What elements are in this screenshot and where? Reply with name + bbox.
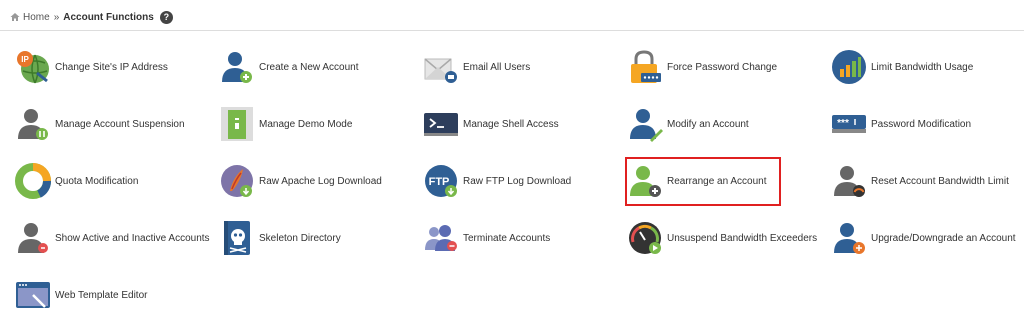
password-field-icon: ***	[832, 115, 866, 133]
item-label: Reset Account Bandwidth Limit	[871, 175, 1009, 187]
user-upgrade-icon	[834, 223, 865, 254]
svg-text:FTP: FTP	[429, 176, 450, 188]
demo-door-icon	[221, 107, 253, 141]
skull-book-icon	[224, 221, 250, 255]
ftp-download-icon: FTP	[425, 165, 457, 197]
item-label: Terminate Accounts	[463, 232, 551, 244]
item-label: Modify an Account	[667, 118, 749, 130]
user-add-icon	[222, 52, 252, 83]
item-label: Email All Users	[463, 61, 531, 73]
svg-text:***: ***	[837, 118, 849, 129]
web-template-icon	[16, 282, 50, 308]
item-label: Manage Account Suspension	[55, 118, 185, 130]
item-label: Upgrade/Downgrade an Account	[871, 232, 1016, 244]
item-label: Force Password Change	[667, 61, 778, 73]
terminal-icon	[424, 113, 458, 136]
item-limit-bandwidth-usage[interactable]: Limit Bandwidth Usage	[831, 47, 973, 87]
breadcrumb-separator: »	[53, 11, 60, 23]
item-raw-ftp-log[interactable]: FTP Raw FTP Log Download	[423, 161, 571, 201]
item-password-modification[interactable]: *** Password Modification	[831, 104, 971, 144]
item-label: Raw FTP Log Download	[463, 175, 572, 187]
item-label: Manage Shell Access	[463, 118, 559, 130]
item-show-active-inactive[interactable]: Show Active and Inactive Accounts	[15, 218, 210, 258]
svg-text:IP: IP	[21, 55, 29, 64]
item-manage-shell-access[interactable]: Manage Shell Access	[423, 104, 559, 144]
item-label: Raw Apache Log Download	[259, 175, 382, 187]
item-force-password-change[interactable]: Force Password Change	[627, 47, 777, 87]
item-quota-modification[interactable]: Quota Modification	[15, 161, 138, 201]
item-unsuspend-bandwidth-exceeders[interactable]: Unsuspend Bandwidth Exceeders	[627, 218, 817, 258]
user-edit-icon	[630, 109, 663, 142]
item-label: Limit Bandwidth Usage	[871, 61, 974, 73]
gauge-play-icon	[629, 222, 661, 254]
item-upgrade-downgrade-account[interactable]: Upgrade/Downgrade an Account	[831, 218, 1016, 258]
bar-chart-icon	[832, 50, 866, 84]
item-email-all-users[interactable]: Email All Users	[423, 47, 530, 87]
user-gauge-icon	[834, 166, 865, 197]
item-manage-demo-mode[interactable]: Manage Demo Mode	[219, 104, 352, 144]
help-icon[interactable]: ?	[159, 10, 173, 24]
page-title: Account Functions	[63, 11, 154, 23]
ip-globe-icon: IP	[17, 51, 49, 84]
item-label: Manage Demo Mode	[259, 118, 353, 130]
breadcrumb-home-link[interactable]: Home	[23, 12, 50, 23]
item-create-new-account[interactable]: Create a New Account	[219, 47, 359, 87]
item-skeleton-directory[interactable]: Skeleton Directory	[219, 218, 341, 258]
item-web-template-editor[interactable]: Web Template Editor	[15, 275, 147, 315]
item-modify-account[interactable]: Modify an Account	[627, 104, 749, 144]
users-remove-icon	[425, 225, 457, 251]
pie-quota-icon	[15, 163, 51, 199]
item-manage-account-suspension[interactable]: Manage Account Suspension	[15, 104, 185, 144]
header-divider	[0, 30, 1024, 31]
padlock-icon	[631, 50, 661, 83]
item-reset-bandwidth-limit[interactable]: Reset Account Bandwidth Limit	[831, 161, 1009, 201]
email-icon	[424, 58, 457, 83]
home-icon[interactable]	[10, 12, 20, 22]
user-status-icon	[18, 223, 48, 253]
item-raw-apache-log[interactable]: Raw Apache Log Download	[219, 161, 382, 201]
item-label: Create a New Account	[259, 61, 359, 73]
user-suspend-icon	[18, 109, 48, 140]
item-label: Web Template Editor	[55, 289, 148, 301]
item-label: Quota Modification	[55, 175, 139, 187]
highlight-box	[625, 157, 781, 206]
breadcrumb: Home » Account Functions ?	[10, 8, 173, 26]
item-label: Password Modification	[871, 118, 972, 130]
item-label: Skeleton Directory	[259, 232, 341, 244]
item-terminate-accounts[interactable]: Terminate Accounts	[423, 218, 550, 258]
item-change-site-ip[interactable]: IP Change Site's IP Address	[15, 47, 168, 87]
item-label: Show Active and Inactive Accounts	[55, 232, 210, 244]
item-label: Unsuspend Bandwidth Exceeders	[667, 232, 818, 244]
item-label: Change Site's IP Address	[55, 61, 168, 73]
apache-feather-icon	[221, 165, 253, 197]
